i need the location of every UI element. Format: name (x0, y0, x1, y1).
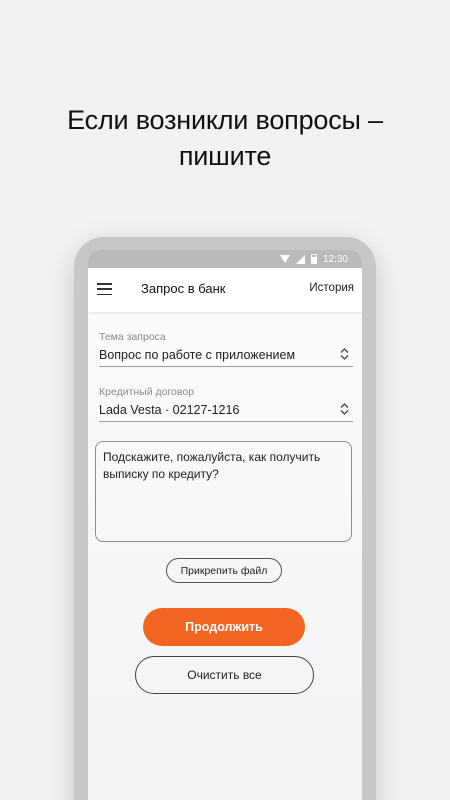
attach-file-button[interactable]: Прикрепить файл (166, 558, 282, 583)
status-time: 12:30 (322, 253, 348, 265)
continue-button[interactable]: Продолжить (143, 608, 305, 646)
page-title: Запрос в банк (141, 281, 226, 296)
signal-icon (295, 254, 305, 264)
topic-value: Вопрос по работе с приложением (99, 348, 296, 362)
battery-icon (310, 254, 317, 264)
contract-label: Кредитный договор (99, 386, 195, 398)
contract-value: Lada Vesta · 02127-1216 (99, 403, 240, 417)
chevron-updown-icon (340, 348, 349, 360)
promo-title-line-2: пишите (178, 141, 272, 171)
chevron-updown-icon (340, 403, 349, 415)
history-link[interactable]: История (309, 282, 354, 294)
message-textarea[interactable]: Подскажите, пожалуйста, как получить вып… (95, 441, 352, 542)
menu-icon[interactable] (97, 283, 112, 295)
promo-title-line-1: Если возникли вопросы – (67, 105, 383, 135)
status-bar: 12:30 (88, 250, 362, 268)
clear-all-button[interactable]: Очистить все (135, 656, 314, 694)
topic-label: Тема запроса (99, 331, 166, 343)
topic-select[interactable]: Тема запроса Вопрос по работе с приложен… (99, 330, 353, 367)
phone-screen: 12:30 Запрос в банк История Тема запроса… (88, 250, 362, 800)
promo-title: Если возникли вопросы – пишите (0, 102, 450, 174)
app-bar: Запрос в банк История (88, 268, 362, 312)
contract-select[interactable]: Кредитный договор Lada Vesta · 02127-121… (99, 385, 353, 422)
wifi-icon (279, 255, 290, 263)
